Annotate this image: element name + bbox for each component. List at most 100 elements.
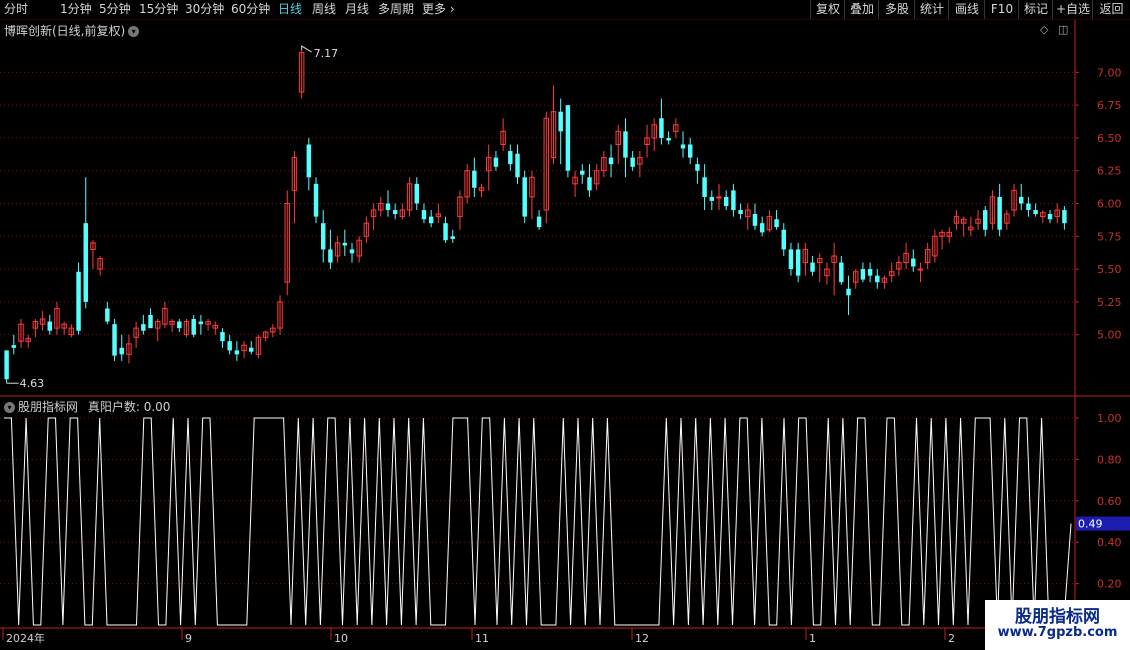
indicator-line xyxy=(4,417,1072,626)
candle-body xyxy=(515,153,520,178)
min-label: 4.63 xyxy=(20,377,45,390)
indicator-tick-label: 0.80 xyxy=(1097,453,1122,466)
candle-body xyxy=(911,258,916,267)
candle-body xyxy=(666,137,671,141)
candle-body xyxy=(234,350,240,355)
candle-body xyxy=(320,223,326,250)
price-tick-label: 7.00 xyxy=(1097,66,1122,79)
candle-body xyxy=(839,262,844,283)
candle-body xyxy=(1018,196,1024,204)
candle-body xyxy=(313,183,319,217)
watermark-url: www.7gpzb.com xyxy=(997,625,1118,640)
indicator-tick-label: 1.00 xyxy=(1097,412,1122,425)
candle-body xyxy=(472,170,477,188)
indicator-tick-label: 0.60 xyxy=(1097,495,1122,508)
candle-body xyxy=(917,268,924,271)
max-label: 7.17 xyxy=(314,47,339,60)
candle-body xyxy=(421,210,427,220)
candle-body xyxy=(4,350,9,380)
candle-body xyxy=(680,144,686,149)
stock-chart[interactable]: 7.00 6.75 6.50 6.25 6.00 5.75 5.50 5.25 5.00 7.17… xyxy=(0,0,1130,650)
candle-body xyxy=(723,196,729,207)
time-tick-label: 2 xyxy=(948,632,955,645)
candle-body xyxy=(450,236,455,239)
chevron-down-icon[interactable]: ▾ xyxy=(4,402,15,413)
candle-body xyxy=(702,177,707,197)
candle-body xyxy=(177,321,182,329)
candle-body xyxy=(385,203,391,211)
candle-body xyxy=(428,216,434,224)
chevron-down-icon[interactable]: ▾ xyxy=(128,26,140,37)
candle-body xyxy=(148,314,153,329)
candle-body xyxy=(1033,210,1038,214)
candle-body xyxy=(141,324,146,331)
indicator-value: 0.00 xyxy=(143,400,171,414)
candle-body xyxy=(875,275,880,283)
window-icon[interactable]: ◫ xyxy=(1058,23,1068,36)
candle-body xyxy=(522,177,527,217)
candle-body xyxy=(508,151,513,165)
candle-body xyxy=(83,223,88,302)
candle-body xyxy=(105,308,110,322)
panel-controls: ◇ ◫ xyxy=(1040,23,1068,36)
stock-title[interactable]: 博晖创新(日线,前复权) xyxy=(4,24,125,38)
price-tick-label: 6.75 xyxy=(1097,99,1122,112)
candle-body xyxy=(342,242,348,246)
candle-body xyxy=(493,157,499,167)
candle-body xyxy=(47,321,53,331)
indicator-panel-header: ▾ 股朋指标网 真阳户数: 0.00 xyxy=(4,398,170,415)
candle-body xyxy=(810,262,815,272)
candle-body xyxy=(997,196,1002,230)
indicator-tick-label: 0.20 xyxy=(1097,578,1122,591)
price-tick-label: 6.00 xyxy=(1097,198,1122,211)
candle-body xyxy=(860,269,866,280)
candle-body xyxy=(227,341,232,351)
price-tick-label: 5.25 xyxy=(1097,296,1122,309)
candle-body xyxy=(558,111,563,132)
max-marker xyxy=(301,45,312,53)
candle-body xyxy=(220,332,225,342)
time-tick-label: 12 xyxy=(635,632,649,645)
candle-body xyxy=(198,321,204,325)
indicator-colon: : xyxy=(135,400,144,414)
time-tick-label: 1 xyxy=(809,632,816,645)
indicator-title[interactable]: 股朋指标网 xyxy=(18,400,78,414)
candle-body xyxy=(414,183,419,204)
candle-body xyxy=(781,229,786,250)
candle-body xyxy=(983,210,988,230)
candle-body xyxy=(1026,203,1031,211)
candle-body xyxy=(623,131,628,158)
candle-body xyxy=(659,118,664,138)
candle-body xyxy=(443,223,448,241)
candle-body xyxy=(76,271,81,331)
candle-body xyxy=(774,219,779,228)
price-tick-label: 5.75 xyxy=(1097,230,1122,243)
candle-body xyxy=(191,318,196,335)
price-tick-label: 5.50 xyxy=(1097,263,1122,276)
candle-body xyxy=(630,157,635,167)
candle-body xyxy=(1062,210,1067,224)
time-tick-label: 11 xyxy=(475,632,489,645)
watermark-title: 股朋指标网 xyxy=(1015,607,1100,627)
candle-body xyxy=(306,144,312,178)
time-tick-label: 10 xyxy=(334,632,348,645)
candle-body xyxy=(119,347,124,355)
candle-body xyxy=(846,288,851,296)
price-panel-header: 博晖创新(日线,前复权) ▾ xyxy=(4,22,140,39)
candle-body xyxy=(328,249,333,263)
candle-body xyxy=(1047,214,1053,220)
candle-body xyxy=(112,324,117,356)
indicator-tick-label: 0.40 xyxy=(1097,536,1122,549)
indicator-name: 真阳户数 xyxy=(87,400,136,414)
candle-body xyxy=(580,170,585,175)
candle-body xyxy=(349,249,355,254)
candle-body xyxy=(795,249,801,276)
candle-body xyxy=(687,144,693,158)
diamond-icon[interactable]: ◇ xyxy=(1040,23,1048,36)
candle-body xyxy=(867,269,873,276)
candle-body xyxy=(788,249,794,270)
candle-body xyxy=(565,105,571,171)
current-value-label: 0.49 xyxy=(1078,518,1103,531)
time-tick-label: 2024年 xyxy=(6,631,45,645)
candle-body xyxy=(695,164,700,171)
